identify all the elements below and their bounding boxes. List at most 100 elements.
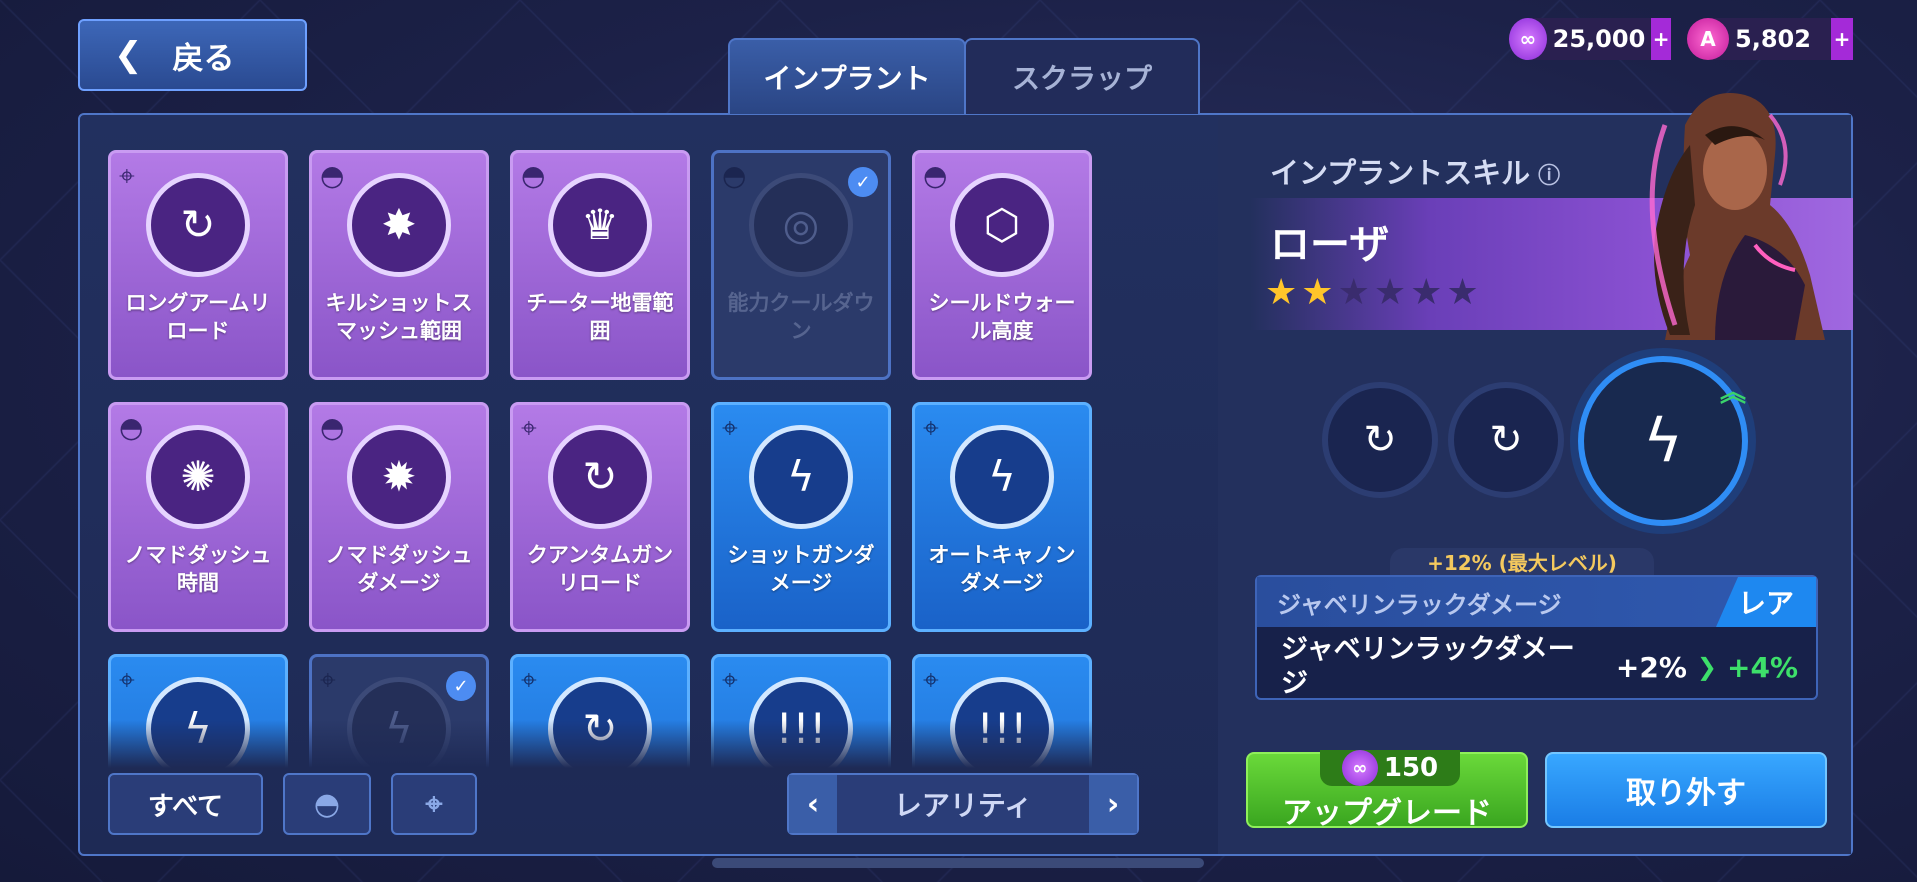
implant-icon: ϟ — [749, 425, 853, 529]
implant-icon: ♛ — [548, 173, 652, 277]
implant-label: キルショットスマッシュ範囲 — [325, 291, 473, 343]
stat-row: ジャベリンラックダメージ +2% ❯ +4% — [1257, 627, 1816, 701]
implant-card[interactable]: ⌖ ↻ ロングアームリロード — [108, 150, 288, 380]
upgrade-cost-value: 150 — [1383, 753, 1439, 783]
crosshair-icon: ⌖ — [521, 663, 537, 696]
energy-gem-icon: ∞ — [1341, 750, 1378, 786]
implant-icon: ✸ — [347, 173, 451, 277]
implant-icon: ◎ — [749, 173, 853, 277]
chevron-left-icon: ❮ — [114, 35, 143, 75]
crosshair-icon: ⌖ — [923, 663, 939, 696]
implant-label: 能力クールダウン — [727, 291, 875, 343]
mask-icon: ◓ — [722, 159, 747, 192]
star-empty-icon: ★ — [1337, 272, 1370, 313]
character-name: ローザ — [1270, 222, 1390, 268]
implant-card[interactable]: ◓ ◎ 能力クールダウン ✓ — [711, 150, 891, 380]
mask-icon: ◓ — [923, 159, 948, 192]
a-token-icon: A — [1687, 18, 1729, 60]
star-empty-icon: ★ — [1373, 272, 1407, 313]
energy-gem-icon: ∞ — [1509, 18, 1547, 60]
checkmark-icon: ✓ — [848, 167, 878, 197]
implant-grid: ⌖ ↻ ロングアームリロード ◓ ✸ キルショットスマッシュ範囲 ◓ ♛ チーター地雷範囲 ◓ ◎ 能… — [108, 150, 1108, 770]
star-empty-icon: ★ — [1446, 272, 1479, 313]
star-filled-icon: ★ — [1301, 272, 1334, 313]
sort-next-button[interactable]: › — [1089, 775, 1137, 833]
mask-icon: ◓ — [521, 159, 546, 192]
implant-slot-1[interactable]: ↻ — [1322, 382, 1438, 498]
arrow-right-icon: ❯ — [1696, 653, 1717, 681]
filter-mask-button[interactable]: ◓ — [283, 773, 371, 835]
grid-fade — [80, 720, 1100, 780]
skill-title-text: インプラントスキル — [1270, 156, 1531, 190]
mask-icon: ◓ — [313, 786, 341, 822]
tab-bar: インプラント スクラップ — [728, 38, 1200, 114]
scrollbar[interactable] — [712, 858, 1204, 868]
remove-button[interactable]: 取り外す — [1545, 752, 1827, 828]
rarity-badge: レア — [1716, 577, 1816, 627]
implant-label: ロングアームリロード — [125, 291, 271, 343]
implant-card[interactable]: ◓ ✹ ノマドダッシュダメージ — [309, 402, 489, 632]
stat-box: ジャベリンラックダメージ レア ジャベリンラックダメージ +2% ❯ +4% — [1255, 575, 1818, 700]
sort-label: レアリティ — [893, 789, 1033, 822]
implant-card[interactable]: ⌖ ϟ オートキャノンダメージ — [912, 402, 1092, 632]
add-currency-button[interactable]: + — [1651, 18, 1671, 60]
reload-icon: ↻ — [1489, 417, 1523, 463]
reload-icon: ↻ — [1363, 417, 1397, 463]
mask-icon: ◓ — [320, 411, 345, 444]
tab-implant[interactable]: インプラント — [728, 38, 966, 114]
implant-label: ショットガンダメージ — [727, 543, 875, 595]
implant-slot-2[interactable]: ↻ — [1448, 382, 1564, 498]
sort-prev-button[interactable]: ‹ — [789, 775, 837, 833]
implant-card[interactable]: ◓ ✺ ノマドダッシュ時間 — [108, 402, 288, 632]
star-rating: ★ ★ ★ ★ ★ ★ — [1265, 272, 1479, 313]
crosshair-icon: ⌖ — [425, 786, 443, 822]
mask-icon: ◓ — [119, 411, 144, 444]
stat-header: ジャベリンラックダメージ レア — [1257, 577, 1816, 627]
crosshair-icon: ⌖ — [722, 411, 738, 444]
skill-title: インプラントスキル ⓘ — [1270, 150, 1560, 192]
implant-card[interactable]: ◓ ♛ チーター地雷範囲 — [510, 150, 690, 380]
implant-label: オートキャノンダメージ — [928, 543, 1076, 595]
upgrade-label: アップグレード — [1282, 796, 1492, 831]
crosshair-icon: ⌖ — [923, 411, 939, 444]
crosshair-icon: ⌖ — [722, 663, 738, 696]
stat-current: +2% — [1615, 650, 1687, 684]
add-currency-button[interactable]: + — [1831, 18, 1853, 60]
currency-token: A 5,802 + — [1687, 18, 1853, 60]
back-label: 戻る — [172, 40, 235, 77]
implant-label: シールドウォール高度 — [928, 291, 1076, 343]
implant-label: ノマドダッシュダメージ — [325, 543, 473, 595]
character-portrait — [1595, 85, 1855, 340]
implant-card[interactable]: ⌖ ϟ ショットガンダメージ — [711, 402, 891, 632]
implant-card[interactable]: ⌖ ↻ クアンタムガンリロード — [510, 402, 690, 632]
implant-icon: ↻ — [548, 425, 652, 529]
upgrade-cost: ∞ 150 — [1320, 750, 1460, 786]
tab-scrap[interactable]: スクラップ — [964, 38, 1200, 114]
mask-icon: ◓ — [320, 159, 345, 192]
stat-next: +4% — [1727, 650, 1798, 684]
crosshair-icon: ⌖ — [119, 663, 135, 696]
implant-icon: ✺ — [146, 425, 250, 529]
crosshair-icon: ⌖ — [320, 663, 336, 696]
bonus-label: +12% (最大レベル) — [1390, 548, 1654, 578]
upgrade-button[interactable]: ∞ 150 アップグレード — [1246, 750, 1528, 831]
implant-label: チーター地雷範囲 — [526, 291, 674, 343]
stat-header-text: ジャベリンラックダメージ — [1277, 590, 1562, 619]
star-empty-icon: ★ — [1410, 272, 1443, 313]
implant-card[interactable]: ◓ ⬡ シールドウォール高度 — [912, 150, 1092, 380]
crosshair-icon: ⌖ — [119, 159, 135, 192]
currency-energy: ∞ 25,000 + — [1509, 18, 1671, 60]
lightning-icon: ϟ — [1643, 406, 1683, 476]
implant-label: ノマドダッシュ時間 — [124, 543, 272, 595]
info-icon[interactable]: ⓘ — [1538, 164, 1560, 189]
sort-pager: ‹ レアリティ › — [787, 773, 1139, 835]
stat-name: ジャベリンラックダメージ — [1281, 634, 1575, 699]
implant-icon: ✹ — [347, 425, 451, 529]
currency-amount: 25,000 — [1552, 25, 1646, 53]
back-button[interactable]: ❮ 戻る — [78, 19, 307, 91]
filter-crosshair-button[interactable]: ⌖ — [391, 773, 477, 835]
checkmark-icon: ✓ — [446, 671, 476, 701]
implant-label: クアンタムガンリロード — [526, 543, 674, 595]
filter-all-button[interactable]: すべて — [108, 773, 263, 835]
implant-card[interactable]: ◓ ✸ キルショットスマッシュ範囲 — [309, 150, 489, 380]
